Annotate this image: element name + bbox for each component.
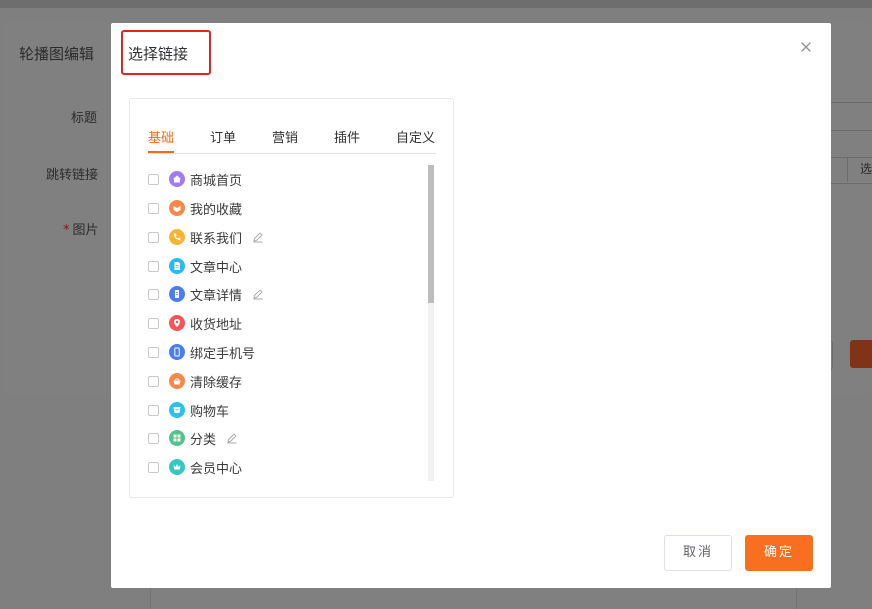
checkbox[interactable]	[148, 375, 159, 387]
background-top-bar	[0, 0, 872, 8]
tab-basic[interactable]: 基础	[148, 127, 174, 146]
checkbox[interactable]	[148, 404, 159, 416]
broom-icon	[169, 373, 185, 389]
list-item-label: 我的收藏	[190, 202, 243, 218]
list-item-label: 分类	[190, 432, 217, 448]
background-confirm-button	[850, 340, 872, 368]
mobile-phone-icon	[169, 344, 185, 360]
dialog-title: 选择链接	[128, 45, 189, 63]
list-item-label: 会员中心	[190, 461, 243, 477]
checkbox[interactable]	[148, 346, 159, 358]
background-lower-card	[150, 585, 797, 609]
heart-box-icon	[169, 200, 185, 216]
checkbox[interactable]	[148, 202, 159, 214]
list-item[interactable]: 绑定手机号	[148, 342, 255, 362]
list-item[interactable]: 文章详情	[148, 284, 264, 304]
checkbox[interactable]	[148, 173, 159, 185]
list-item[interactable]: 文章中心	[148, 256, 242, 276]
home-icon	[169, 171, 185, 187]
link-list: 商城首页 我的收藏 联系我们 文章中心 文章详情 收货地址 绑定手机号 清除缓存…	[148, 165, 418, 485]
list-item-label: 商城首页	[190, 173, 243, 189]
link-selector-panel: 基础 订单 营销 插件 自定义 商城首页 我的收藏 联系我们 文章中心 文章详情…	[129, 98, 454, 498]
list-scrollbar[interactable]	[428, 165, 434, 481]
phone-icon	[169, 229, 185, 245]
background-image-label-text: 图片	[72, 223, 99, 238]
cart-icon	[169, 402, 185, 418]
list-item[interactable]: 清除缓存	[148, 371, 242, 391]
file-detail-icon	[169, 286, 185, 302]
select-link-dialog: 选择链接 基础 订单 营销 插件 自定义 商城首页 我的收藏 联系我们 文章中心…	[111, 23, 831, 588]
list-item-label: 联系我们	[190, 231, 243, 247]
edit-pencil-icon[interactable]	[226, 432, 238, 444]
required-mark: *	[63, 223, 70, 238]
active-tab-indicator	[148, 151, 174, 153]
list-item-label: 文章详情	[190, 288, 243, 304]
grid-icon	[169, 430, 185, 446]
list-item[interactable]: 收货地址	[148, 313, 242, 333]
scrollbar-thumb[interactable]	[428, 165, 434, 303]
list-item-label: 绑定手机号	[190, 346, 256, 362]
tab-custom[interactable]: 自定义	[396, 127, 435, 146]
list-item-label: 清除缓存	[190, 375, 243, 391]
list-item-label: 购物车	[190, 404, 230, 420]
list-item-label: 文章中心	[190, 260, 243, 276]
list-item[interactable]: 我的收藏	[148, 198, 242, 218]
list-item[interactable]: 商城首页	[148, 169, 242, 189]
tab-marketing[interactable]: 营销	[272, 127, 298, 146]
checkbox[interactable]	[148, 231, 159, 243]
background-page-title: 轮播图编辑	[19, 45, 95, 63]
confirm-button[interactable]: 确定	[745, 535, 813, 571]
checkbox[interactable]	[148, 461, 159, 473]
list-item[interactable]: 分类	[148, 428, 238, 448]
background-link-label: 跳转链接	[46, 168, 99, 183]
edit-pencil-icon[interactable]	[252, 231, 264, 243]
background-image-label: * 图片	[63, 219, 99, 238]
list-item[interactable]: 会员中心	[148, 457, 242, 477]
list-item[interactable]: 购物车	[148, 400, 229, 420]
cancel-button[interactable]: 取消	[664, 535, 732, 571]
background-select-button: 选	[847, 157, 872, 182]
list-item[interactable]: 联系我们	[148, 227, 264, 247]
background-title-input	[828, 102, 872, 131]
checkbox[interactable]	[148, 260, 159, 272]
crown-icon	[169, 459, 185, 475]
document-icon	[169, 258, 185, 274]
location-pin-icon	[169, 315, 185, 331]
checkbox[interactable]	[148, 317, 159, 329]
tab-plugin[interactable]: 插件	[334, 127, 360, 146]
link-category-tabs: 基础 订单 营销 插件 自定义	[148, 127, 436, 154]
checkbox[interactable]	[148, 432, 159, 444]
checkbox[interactable]	[148, 288, 159, 300]
list-item-label: 收货地址	[190, 317, 243, 333]
close-icon[interactable]	[799, 40, 813, 54]
background-title-label: 标题	[71, 111, 98, 126]
tab-order[interactable]: 订单	[210, 127, 236, 146]
edit-pencil-icon[interactable]	[252, 288, 264, 300]
